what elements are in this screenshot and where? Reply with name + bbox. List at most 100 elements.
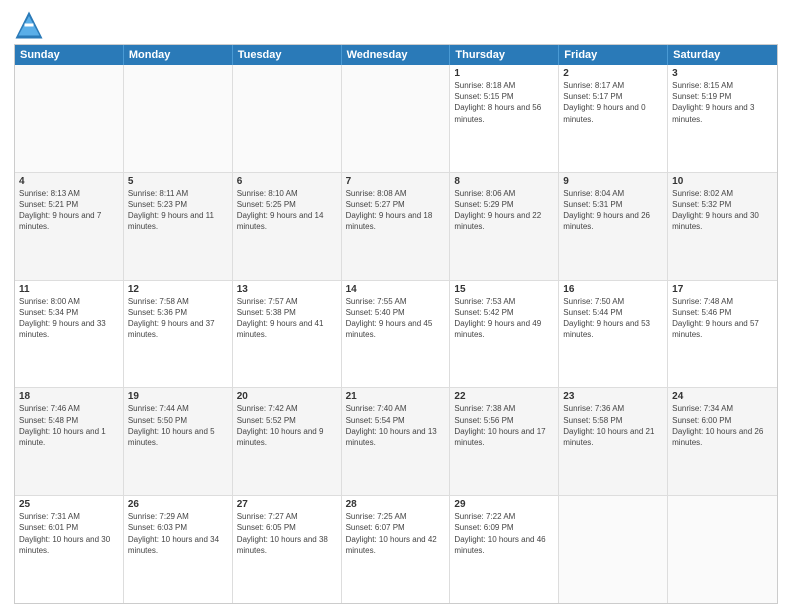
day-cell-20: 20Sunrise: 7:42 AMSunset: 5:52 PMDayligh…	[233, 388, 342, 495]
day-info: Sunrise: 7:29 AMSunset: 6:03 PMDaylight:…	[128, 511, 228, 556]
day-info: Sunrise: 7:42 AMSunset: 5:52 PMDaylight:…	[237, 403, 337, 448]
day-number: 13	[237, 284, 337, 295]
day-number: 2	[563, 68, 663, 79]
day-number: 16	[563, 284, 663, 295]
day-info: Sunrise: 8:13 AMSunset: 5:21 PMDaylight:…	[19, 188, 119, 233]
day-info: Sunrise: 8:08 AMSunset: 5:27 PMDaylight:…	[346, 188, 446, 233]
day-number: 6	[237, 176, 337, 187]
day-info: Sunrise: 8:17 AMSunset: 5:17 PMDaylight:…	[563, 80, 663, 125]
header-cell-monday: Monday	[124, 45, 233, 65]
day-info: Sunrise: 8:15 AMSunset: 5:19 PMDaylight:…	[672, 80, 773, 125]
day-number: 5	[128, 176, 228, 187]
day-info: Sunrise: 8:00 AMSunset: 5:34 PMDaylight:…	[19, 296, 119, 341]
day-number: 27	[237, 499, 337, 510]
day-number: 29	[454, 499, 554, 510]
empty-cell	[668, 496, 777, 603]
day-number: 24	[672, 391, 773, 402]
day-info: Sunrise: 7:46 AMSunset: 5:48 PMDaylight:…	[19, 403, 119, 448]
day-cell-21: 21Sunrise: 7:40 AMSunset: 5:54 PMDayligh…	[342, 388, 451, 495]
day-number: 15	[454, 284, 554, 295]
day-cell-17: 17Sunrise: 7:48 AMSunset: 5:46 PMDayligh…	[668, 281, 777, 388]
day-number: 3	[672, 68, 773, 79]
day-number: 12	[128, 284, 228, 295]
day-info: Sunrise: 7:25 AMSunset: 6:07 PMDaylight:…	[346, 511, 446, 556]
day-info: Sunrise: 8:18 AMSunset: 5:15 PMDaylight:…	[454, 80, 554, 125]
header-cell-thursday: Thursday	[450, 45, 559, 65]
day-cell-22: 22Sunrise: 7:38 AMSunset: 5:56 PMDayligh…	[450, 388, 559, 495]
cal-row-1: 4Sunrise: 8:13 AMSunset: 5:21 PMDaylight…	[15, 172, 777, 280]
day-cell-2: 2Sunrise: 8:17 AMSunset: 5:17 PMDaylight…	[559, 65, 668, 172]
day-cell-24: 24Sunrise: 7:34 AMSunset: 6:00 PMDayligh…	[668, 388, 777, 495]
header-cell-sunday: Sunday	[15, 45, 124, 65]
day-cell-9: 9Sunrise: 8:04 AMSunset: 5:31 PMDaylight…	[559, 173, 668, 280]
logo-icon	[14, 10, 44, 40]
day-cell-28: 28Sunrise: 7:25 AMSunset: 6:07 PMDayligh…	[342, 496, 451, 603]
day-info: Sunrise: 8:04 AMSunset: 5:31 PMDaylight:…	[563, 188, 663, 233]
day-number: 18	[19, 391, 119, 402]
day-cell-25: 25Sunrise: 7:31 AMSunset: 6:01 PMDayligh…	[15, 496, 124, 603]
day-info: Sunrise: 8:10 AMSunset: 5:25 PMDaylight:…	[237, 188, 337, 233]
day-number: 21	[346, 391, 446, 402]
day-number: 28	[346, 499, 446, 510]
day-cell-1: 1Sunrise: 8:18 AMSunset: 5:15 PMDaylight…	[450, 65, 559, 172]
empty-cell	[15, 65, 124, 172]
cal-row-2: 11Sunrise: 8:00 AMSunset: 5:34 PMDayligh…	[15, 280, 777, 388]
day-cell-6: 6Sunrise: 8:10 AMSunset: 5:25 PMDaylight…	[233, 173, 342, 280]
top-section	[14, 10, 778, 40]
day-info: Sunrise: 8:06 AMSunset: 5:29 PMDaylight:…	[454, 188, 554, 233]
day-number: 14	[346, 284, 446, 295]
day-info: Sunrise: 7:22 AMSunset: 6:09 PMDaylight:…	[454, 511, 554, 556]
header-cell-wednesday: Wednesday	[342, 45, 451, 65]
day-number: 23	[563, 391, 663, 402]
day-info: Sunrise: 8:02 AMSunset: 5:32 PMDaylight:…	[672, 188, 773, 233]
day-number: 19	[128, 391, 228, 402]
day-number: 17	[672, 284, 773, 295]
day-number: 9	[563, 176, 663, 187]
day-info: Sunrise: 7:36 AMSunset: 5:58 PMDaylight:…	[563, 403, 663, 448]
day-cell-19: 19Sunrise: 7:44 AMSunset: 5:50 PMDayligh…	[124, 388, 233, 495]
calendar: SundayMondayTuesdayWednesdayThursdayFrid…	[14, 44, 778, 604]
calendar-header: SundayMondayTuesdayWednesdayThursdayFrid…	[15, 45, 777, 65]
day-cell-10: 10Sunrise: 8:02 AMSunset: 5:32 PMDayligh…	[668, 173, 777, 280]
day-info: Sunrise: 7:27 AMSunset: 6:05 PMDaylight:…	[237, 511, 337, 556]
day-cell-23: 23Sunrise: 7:36 AMSunset: 5:58 PMDayligh…	[559, 388, 668, 495]
day-number: 7	[346, 176, 446, 187]
day-number: 8	[454, 176, 554, 187]
day-cell-7: 7Sunrise: 8:08 AMSunset: 5:27 PMDaylight…	[342, 173, 451, 280]
day-cell-29: 29Sunrise: 7:22 AMSunset: 6:09 PMDayligh…	[450, 496, 559, 603]
cal-row-4: 25Sunrise: 7:31 AMSunset: 6:01 PMDayligh…	[15, 495, 777, 603]
day-cell-27: 27Sunrise: 7:27 AMSunset: 6:05 PMDayligh…	[233, 496, 342, 603]
empty-cell	[559, 496, 668, 603]
day-info: Sunrise: 7:34 AMSunset: 6:00 PMDaylight:…	[672, 403, 773, 448]
day-number: 26	[128, 499, 228, 510]
day-cell-3: 3Sunrise: 8:15 AMSunset: 5:19 PMDaylight…	[668, 65, 777, 172]
day-info: Sunrise: 7:38 AMSunset: 5:56 PMDaylight:…	[454, 403, 554, 448]
day-info: Sunrise: 7:58 AMSunset: 5:36 PMDaylight:…	[128, 296, 228, 341]
day-number: 25	[19, 499, 119, 510]
day-info: Sunrise: 7:31 AMSunset: 6:01 PMDaylight:…	[19, 511, 119, 556]
day-number: 22	[454, 391, 554, 402]
day-number: 20	[237, 391, 337, 402]
day-cell-4: 4Sunrise: 8:13 AMSunset: 5:21 PMDaylight…	[15, 173, 124, 280]
day-info: Sunrise: 7:40 AMSunset: 5:54 PMDaylight:…	[346, 403, 446, 448]
day-cell-11: 11Sunrise: 8:00 AMSunset: 5:34 PMDayligh…	[15, 281, 124, 388]
day-number: 4	[19, 176, 119, 187]
day-cell-14: 14Sunrise: 7:55 AMSunset: 5:40 PMDayligh…	[342, 281, 451, 388]
page: SundayMondayTuesdayWednesdayThursdayFrid…	[0, 0, 792, 612]
day-cell-16: 16Sunrise: 7:50 AMSunset: 5:44 PMDayligh…	[559, 281, 668, 388]
day-number: 10	[672, 176, 773, 187]
day-number: 11	[19, 284, 119, 295]
day-cell-12: 12Sunrise: 7:58 AMSunset: 5:36 PMDayligh…	[124, 281, 233, 388]
empty-cell	[233, 65, 342, 172]
day-info: Sunrise: 7:50 AMSunset: 5:44 PMDaylight:…	[563, 296, 663, 341]
day-info: Sunrise: 7:55 AMSunset: 5:40 PMDaylight:…	[346, 296, 446, 341]
day-cell-26: 26Sunrise: 7:29 AMSunset: 6:03 PMDayligh…	[124, 496, 233, 603]
day-cell-5: 5Sunrise: 8:11 AMSunset: 5:23 PMDaylight…	[124, 173, 233, 280]
cal-row-0: 1Sunrise: 8:18 AMSunset: 5:15 PMDaylight…	[15, 65, 777, 172]
day-info: Sunrise: 7:57 AMSunset: 5:38 PMDaylight:…	[237, 296, 337, 341]
day-info: Sunrise: 7:53 AMSunset: 5:42 PMDaylight:…	[454, 296, 554, 341]
day-cell-13: 13Sunrise: 7:57 AMSunset: 5:38 PMDayligh…	[233, 281, 342, 388]
empty-cell	[124, 65, 233, 172]
header-cell-saturday: Saturday	[668, 45, 777, 65]
header-cell-tuesday: Tuesday	[233, 45, 342, 65]
